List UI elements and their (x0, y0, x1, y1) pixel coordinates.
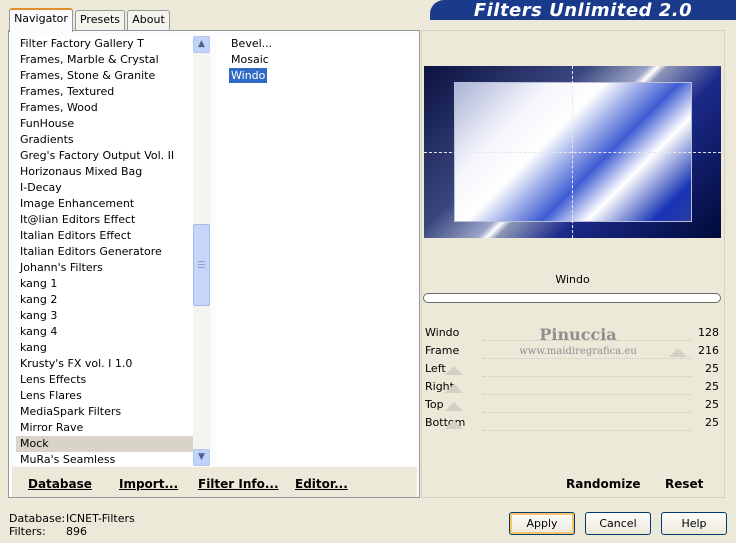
grip-line (198, 264, 205, 265)
param-value: 25 (705, 398, 719, 411)
category-list[interactable]: Filter Factory Gallery T Frames, Marble &… (16, 36, 193, 466)
slider-handle[interactable] (445, 366, 463, 375)
category-item[interactable]: MediaSpark Filters (16, 404, 193, 420)
category-item[interactable]: Lens Flares (16, 388, 193, 404)
category-item[interactable]: Mirror Rave (16, 420, 193, 436)
filter-info-link[interactable]: Filter Info... (198, 477, 279, 491)
param-label: Left (425, 362, 446, 375)
category-item[interactable]: Frames, Marble & Crystal (16, 52, 193, 68)
category-item[interactable]: kang 3 (16, 308, 193, 324)
category-item[interactable]: Frames, Textured (16, 84, 193, 100)
param-slider-track[interactable] (483, 396, 691, 413)
category-item[interactable]: kang 2 (16, 292, 193, 308)
slider-handle[interactable] (445, 402, 463, 411)
param-value: 25 (705, 362, 719, 375)
category-item[interactable]: kang (16, 340, 193, 356)
category-item[interactable]: Frames, Wood (16, 100, 193, 116)
randomize-button[interactable]: Randomize (566, 477, 640, 491)
apply-button[interactable]: Apply (509, 512, 575, 535)
category-item[interactable]: Horizonaus Mixed Bag (16, 164, 193, 180)
scroll-down-button[interactable]: ▼ (193, 449, 210, 466)
category-item[interactable]: Johann's Filters (16, 260, 193, 276)
category-item[interactable]: Filter Factory Gallery T (16, 36, 193, 52)
cancel-button[interactable]: Cancel (585, 512, 651, 535)
param-label: Frame (425, 344, 460, 357)
filter-item-selected[interactable]: Windo (229, 68, 268, 83)
slider-handle[interactable] (669, 348, 687, 357)
footer-filters-label: Filters: (9, 525, 46, 538)
tab-navigator[interactable]: Navigator (9, 8, 73, 32)
param-value: 128 (698, 326, 719, 339)
category-item[interactable]: Lens Effects (16, 372, 193, 388)
param-slider-track[interactable] (483, 378, 691, 395)
category-item[interactable]: kang 4 (16, 324, 193, 340)
param-value: 25 (705, 416, 719, 429)
grip-line (198, 261, 205, 262)
param-label: Windo (425, 326, 460, 339)
editor-link[interactable]: Editor... (295, 477, 348, 491)
filter-item[interactable]: Bevel... (229, 36, 274, 51)
filter-item[interactable]: Mosaic (229, 52, 271, 67)
database-link[interactable]: Database (28, 477, 92, 491)
preview-image (424, 66, 721, 238)
reset-button[interactable]: Reset (665, 477, 703, 491)
param-value: 25 (705, 380, 719, 393)
category-item[interactable]: Image Enhancement (16, 196, 193, 212)
category-item[interactable]: It@lian Editors Effect (16, 212, 193, 228)
param-row[interactable]: Bottom 25 (423, 414, 721, 431)
category-item[interactable]: Krusty's FX vol. I 1.0 (16, 356, 193, 372)
param-slider-track[interactable] (483, 414, 691, 431)
category-item[interactable]: I-Decay (16, 180, 193, 196)
category-item[interactable]: FunHouse (16, 116, 193, 132)
footer-database-value: ICNET-Filters (66, 512, 135, 525)
progress-bar (423, 293, 721, 303)
grip-line (198, 267, 205, 268)
tab-about[interactable]: About (127, 10, 170, 30)
category-item[interactable]: kang 1 (16, 276, 193, 292)
app-title-banner: Filters Unlimited 2.0 (430, 0, 736, 21)
scroll-thumb[interactable] (193, 224, 210, 306)
category-item[interactable]: Mock (16, 436, 193, 452)
category-item[interactable]: Italian Editors Effect (16, 228, 193, 244)
category-item[interactable]: Gradients (16, 132, 193, 148)
param-label: Top (425, 398, 444, 411)
watermark-url: www.maidiregrafica.eu (519, 346, 637, 357)
help-button[interactable]: Help (661, 512, 727, 535)
slider-handle[interactable] (445, 420, 463, 429)
preview-crosshair-v (572, 66, 573, 238)
param-row[interactable]: Left 25 (423, 360, 721, 377)
filter-name-label: Windo (555, 273, 590, 286)
filter-list[interactable] (216, 36, 416, 466)
param-row[interactable]: Top 25 (423, 396, 721, 413)
category-item[interactable]: MuRa's Seamless (16, 452, 193, 466)
footer-filters-value: 896 (66, 525, 87, 538)
slider-handle[interactable] (445, 384, 463, 393)
scroll-up-button[interactable]: ▲ (193, 36, 210, 53)
category-scrollbar[interactable]: ▲ ▼ (193, 36, 210, 466)
category-item[interactable]: Frames, Stone & Granite (16, 68, 193, 84)
footer-database-label: Database: (9, 512, 66, 525)
import-link[interactable]: Import... (119, 477, 178, 491)
category-item[interactable]: Italian Editors Generatore (16, 244, 193, 260)
watermark-name: Pinuccia (539, 325, 617, 344)
param-slider-track[interactable] (483, 360, 691, 377)
param-value: 216 (698, 344, 719, 357)
param-row[interactable]: Right 25 (423, 378, 721, 395)
category-item[interactable]: Greg's Factory Output Vol. II (16, 148, 193, 164)
tab-presets[interactable]: Presets (75, 10, 125, 30)
